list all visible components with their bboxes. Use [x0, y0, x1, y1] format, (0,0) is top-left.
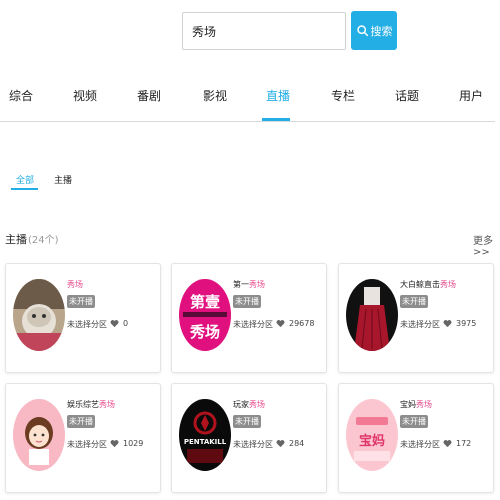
category-label: 未选择分区	[233, 320, 273, 329]
heart-icon	[110, 320, 119, 328]
active-subtab-indicator	[11, 188, 38, 190]
likes-count: 29678	[276, 319, 314, 328]
tab-bangumi[interactable]: 番剧	[137, 87, 161, 104]
streamer-name-highlight: 秀场	[416, 400, 432, 409]
subtab-streamer[interactable]: 主播	[54, 173, 72, 186]
streamer-name-highlight: 秀场	[99, 400, 115, 409]
cartoon-girl-avatar[interactable]	[13, 399, 65, 471]
likes-value: 1029	[123, 439, 144, 448]
streamer-name[interactable]: 第一秀场	[233, 279, 265, 290]
heart-icon	[443, 440, 452, 448]
section-count: (24个)	[28, 235, 59, 246]
svg-text:秀场: 秀场	[189, 323, 220, 341]
tab-video[interactable]: 视频	[73, 87, 97, 104]
streamer-card[interactable]: 大白鲸直击秀场 未开播 未选择分区 3975	[338, 263, 494, 373]
search-icon	[356, 25, 368, 37]
pentakill-logo-avatar[interactable]: PENTAKILL	[179, 399, 231, 471]
svg-text:第壹: 第壹	[190, 293, 220, 311]
likes-value: 172	[456, 439, 472, 448]
streamer-section-header: 主播 (24个) 更多>>	[0, 228, 500, 258]
streamer-name-highlight: 秀场	[249, 280, 265, 289]
likes-value: 29678	[289, 319, 315, 328]
status-badge: 未开播	[67, 295, 95, 308]
tab-movie[interactable]: 影视	[203, 87, 227, 104]
likes-count: 1029	[110, 439, 143, 448]
heart-icon	[276, 320, 285, 328]
tab-topic[interactable]: 话题	[395, 87, 419, 104]
active-tab-indicator	[262, 118, 290, 121]
tab-general[interactable]: 综合	[9, 87, 33, 104]
streamer-name[interactable]: 宝妈秀场	[400, 399, 432, 410]
likes-value: 0	[123, 319, 129, 328]
likes-count: 284	[276, 439, 304, 448]
tab-article[interactable]: 专栏	[331, 87, 355, 104]
heart-icon	[443, 320, 452, 328]
likes-count: 3975	[443, 319, 476, 328]
svg-text:PENTAKILL: PENTAKILL	[184, 438, 227, 446]
category-label: 未选择分区	[400, 440, 440, 449]
category-label: 未选择分区	[67, 440, 107, 449]
streamer-name-prefix: 宝妈	[400, 400, 416, 409]
category-label: 未选择分区	[400, 320, 440, 329]
search-button[interactable]: 搜索	[351, 11, 397, 50]
streamer-name-prefix: 第一	[233, 280, 249, 289]
status-badge: 未开播	[400, 295, 428, 308]
streamer-name[interactable]: 娱乐综艺秀场	[67, 399, 115, 410]
cat-photo-avatar[interactable]	[13, 279, 65, 351]
streamer-name-highlight: 秀场	[67, 280, 83, 289]
more-link[interactable]: 更多>>	[473, 232, 500, 258]
streamer-name-highlight: 秀场	[440, 280, 456, 289]
status-badge: 未开播	[400, 415, 428, 428]
tab-live[interactable]: 直播	[266, 87, 290, 104]
red-dress-avatar[interactable]	[346, 279, 398, 351]
tab-user[interactable]: 用户	[459, 87, 483, 104]
status-badge: 未开播	[67, 415, 95, 428]
streamer-card[interactable]: 娱乐综艺秀场 未开播 未选择分区 1029	[5, 383, 161, 493]
streamer-card[interactable]: 宝妈 宝妈秀场 未开播 未选择分区 172	[338, 383, 494, 493]
streamer-card[interactable]: 秀场 未开播 未选择分区 0	[5, 263, 161, 373]
status-badge: 未开播	[233, 295, 261, 308]
subtab-all[interactable]: 全部	[16, 173, 34, 186]
svg-text:宝妈: 宝妈	[359, 433, 385, 449]
likes-value: 3975	[456, 319, 477, 328]
search-box[interactable]	[182, 12, 346, 50]
status-badge: 未开播	[233, 415, 261, 428]
likes-count: 172	[443, 439, 471, 448]
search-button-label: 搜索	[370, 24, 393, 38]
streamer-name[interactable]: 玩家秀场	[233, 399, 265, 410]
heart-icon	[110, 440, 119, 448]
streamer-card[interactable]: 第壹 秀场 第一秀场 未开播 未选择分区 29678	[171, 263, 327, 373]
category-label: 未选择分区	[233, 440, 273, 449]
search-type-tabs: 综合 视频 番剧 影视 直播 专栏 话题 用户	[0, 80, 495, 122]
streamer-name-highlight: 秀场	[249, 400, 265, 409]
diyi-xiuchang-logo-avatar[interactable]: 第壹 秀场	[179, 279, 231, 351]
streamer-name-prefix: 大白鲸直击	[400, 280, 440, 289]
heart-icon	[276, 440, 285, 448]
search-input[interactable]	[183, 13, 345, 49]
section-title: 主播	[5, 233, 27, 246]
streamer-name-prefix: 娱乐综艺	[67, 400, 99, 409]
streamer-name-prefix: 玩家	[233, 400, 249, 409]
category-label: 未选择分区	[67, 320, 107, 329]
streamer-card[interactable]: PENTAKILL 玩家秀场 未开播 未选择分区 284	[171, 383, 327, 493]
likes-value: 284	[289, 439, 305, 448]
baoma-xiuchang-avatar[interactable]: 宝妈	[346, 399, 398, 471]
live-subtabs: 全部 主播	[0, 168, 500, 192]
streamer-name[interactable]: 大白鲸直击秀场	[400, 279, 456, 290]
streamer-name[interactable]: 秀场	[67, 279, 83, 290]
likes-count: 0	[110, 319, 128, 328]
